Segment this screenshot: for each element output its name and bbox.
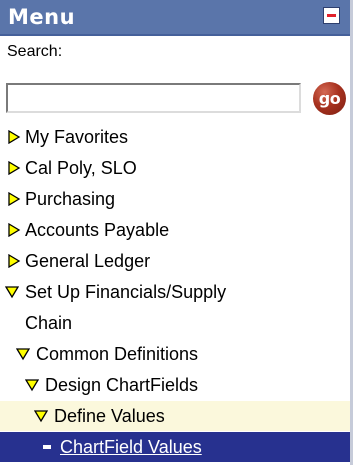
tree-item-link[interactable]: ChartField Values	[60, 432, 202, 462]
collapsed-arrow-icon	[8, 254, 21, 268]
menu-header: Menu	[0, 0, 350, 36]
tree-item-accounts-payable[interactable]: Accounts Payable	[0, 215, 350, 245]
tree-item-chartfield-values[interactable]: ChartField Values	[0, 432, 350, 462]
tree-item-cal-poly-slo[interactable]: Cal Poly, SLO	[0, 153, 350, 183]
expanded-arrow-icon	[34, 410, 48, 423]
tree-item-label: General Ledger	[25, 251, 151, 271]
tree-item-label: Design ChartFields	[45, 375, 199, 395]
tree-item-common-definitions[interactable]: Common Definitions	[0, 339, 350, 369]
tree-item-label: Define Values	[54, 406, 165, 426]
collapsed-arrow-icon	[8, 223, 21, 237]
tree-item-define-values[interactable]: Define Values	[0, 401, 350, 431]
tree-item-label: Set Up Financials/Supply	[25, 282, 227, 302]
tree-item-general-ledger[interactable]: General Ledger	[0, 246, 350, 276]
tree-item-set-up-financials-supply-chain[interactable]: Set Up Financials/Supply Chain	[0, 277, 350, 339]
tree-item-design-chartfields[interactable]: Design ChartFields	[0, 370, 350, 400]
tree-item-label: Purchasing	[25, 189, 116, 209]
search-label: Search:	[7, 43, 63, 60]
tree-item-purchasing[interactable]: Purchasing	[0, 184, 350, 214]
bullet-icon	[43, 445, 51, 449]
expanded-arrow-icon	[5, 286, 19, 299]
expanded-arrow-icon	[16, 348, 30, 361]
search-input[interactable]	[6, 83, 301, 113]
tree-item-label: My Favorites	[25, 127, 129, 147]
tree-item-label-continued: Chain	[25, 313, 73, 333]
go-button[interactable]: go	[313, 82, 346, 115]
collapsed-arrow-icon	[8, 161, 21, 175]
minimize-icon	[327, 14, 336, 17]
minimize-menu-button[interactable]	[323, 7, 340, 24]
collapsed-arrow-icon	[8, 130, 21, 144]
menu-title: Menu	[8, 5, 76, 29]
tree-item-my-favorites[interactable]: My Favorites	[0, 122, 350, 152]
menu-pane: Menu Search: go My Favorites Cal Poly, S…	[0, 0, 353, 465]
expanded-arrow-icon	[25, 379, 39, 392]
tree-item-label: Accounts Payable	[25, 220, 170, 240]
tree-item-label: Common Definitions	[36, 344, 199, 364]
collapsed-arrow-icon	[8, 192, 21, 206]
tree-item-label: Cal Poly, SLO	[25, 158, 137, 178]
